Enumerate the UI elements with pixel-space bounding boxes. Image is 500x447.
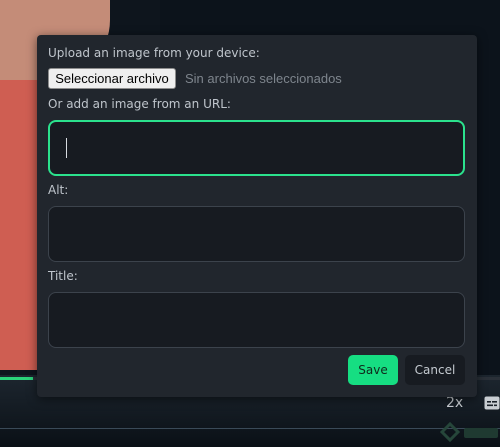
title-label: Title: xyxy=(48,269,78,283)
logo-watermark xyxy=(440,421,498,443)
choose-file-button[interactable]: Seleccionar archivo xyxy=(48,68,176,89)
url-input[interactable] xyxy=(48,120,465,176)
progress-fill xyxy=(0,377,33,380)
alt-label: Alt: xyxy=(48,183,69,197)
divider xyxy=(0,428,500,429)
image-upload-dialog: Upload an image from your device: Selecc… xyxy=(37,35,477,397)
upload-label: Upload an image from your device: xyxy=(48,46,260,60)
playback-speed-button[interactable]: 2x xyxy=(446,395,463,411)
alt-input[interactable] xyxy=(48,206,465,262)
text-caret xyxy=(66,138,67,158)
captions-icon[interactable] xyxy=(484,396,500,410)
cancel-button[interactable]: Cancel xyxy=(405,355,465,385)
save-button[interactable]: Save xyxy=(348,355,398,385)
url-label: Or add an image from an URL: xyxy=(48,97,231,111)
file-status-text: Sin archivos seleccionados xyxy=(185,71,342,86)
title-input[interactable] xyxy=(48,292,465,348)
